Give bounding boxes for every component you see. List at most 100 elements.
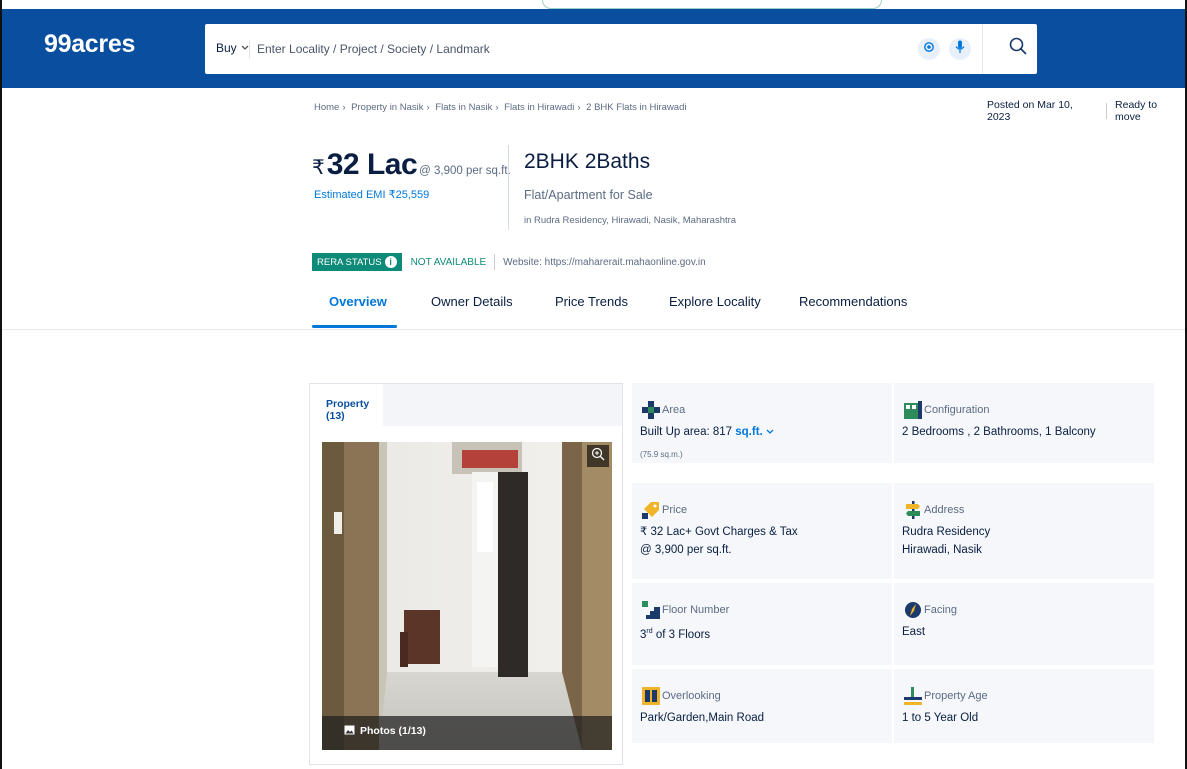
- rera-availability: NOT AVAILABLE: [410, 256, 487, 268]
- tab-recommendations[interactable]: Recommendations: [799, 294, 907, 309]
- area-unit-label: sq.ft.: [735, 426, 763, 438]
- buy-dropdown-label: Buy: [216, 41, 237, 55]
- address-value: Rudra Residency Hirawadi, Nasik: [902, 523, 990, 559]
- floor-value: 3rd of 3 Floors: [640, 623, 710, 644]
- price-label: Price: [662, 504, 688, 516]
- overlooking-value: Park/Garden,Main Road: [640, 712, 765, 724]
- detail-configuration: Configuration 2 Bedrooms , 2 Bathrooms, …: [894, 383, 1154, 463]
- property-type: Flat/Apartment for Sale: [524, 188, 653, 202]
- microphone-icon: [955, 40, 965, 59]
- property-config-title: 2BHK 2Baths: [524, 150, 651, 173]
- property-title-block: 2BHK 2Baths: [524, 150, 650, 174]
- compass-icon: [904, 601, 922, 619]
- area-icon: [642, 401, 660, 419]
- photos-count-bar[interactable]: Photos (1/13): [322, 716, 612, 750]
- search-input[interactable]: [257, 38, 897, 60]
- posted-separator: [1106, 103, 1108, 119]
- area-label: Area: [662, 404, 686, 416]
- price-title-divider: [508, 145, 509, 230]
- zoom-in-icon: [591, 447, 605, 466]
- zoom-button[interactable]: [587, 445, 609, 467]
- built-up-area: Built Up area: 817: [640, 426, 733, 438]
- overlooking-label: Overlooking: [662, 690, 721, 702]
- tab-price-trends[interactable]: Price Trends: [555, 294, 628, 309]
- breadcrumb-flats-nasik[interactable]: Flats in Nasik: [435, 102, 492, 113]
- tab-owner-details[interactable]: Owner Details: [431, 294, 513, 309]
- tabs-bottom-border: [2, 329, 1185, 330]
- price-tag-icon: [642, 501, 660, 519]
- property-photo[interactable]: Photos (1/13): [322, 442, 612, 750]
- info-icon[interactable]: i: [384, 256, 397, 268]
- estimated-emi-link[interactable]: Estimated EMI ₹25,559: [314, 188, 429, 201]
- detail-area: Area Built Up area: 817 sq.ft. (75.9 sq.…: [632, 383, 892, 463]
- strip-decoration: [542, 0, 882, 9]
- search-bar: Buy: [205, 24, 1037, 74]
- address-label: Address: [924, 504, 965, 516]
- chevron-down-icon: [241, 43, 249, 53]
- area-value: Built Up area: 817 sq.ft.: [640, 423, 774, 441]
- area-unit-dropdown[interactable]: sq.ft.: [735, 426, 774, 438]
- breadcrumb-home[interactable]: Home: [314, 102, 339, 113]
- active-tab-indicator: [312, 325, 397, 328]
- configuration-value: 2 Bedrooms , 2 Bathrooms, 1 Balcony: [902, 426, 1096, 438]
- detail-overlooking: Overlooking Park/Garden,Main Road: [632, 669, 892, 743]
- breadcrumb-2bhk-hirawadi[interactable]: 2 BHK Flats in Hirawadi: [586, 102, 686, 113]
- area-sqm: (75.9 sq.m.): [640, 450, 683, 459]
- rera-website[interactable]: Website: https://maharerait.mahaonline.g…: [503, 257, 706, 268]
- detail-floor: Floor Number 3rd of 3 Floors: [632, 583, 892, 665]
- search-submit-button[interactable]: [1005, 35, 1031, 61]
- posted-date: Posted on Mar 10, 2023: [987, 99, 1073, 123]
- price-value-line1: ₹ 32 Lac+ Govt Charges & Tax: [640, 526, 798, 538]
- rera-row: RERA STATUS i NOT AVAILABLE Website: htt…: [312, 253, 706, 271]
- property-age-label: Property Age: [924, 690, 988, 702]
- address-line2: Hirawadi, Nasik: [902, 544, 982, 556]
- facing-label: Facing: [924, 604, 958, 616]
- facing-value: East: [902, 626, 926, 638]
- top-header: 99acres Buy: [2, 0, 1185, 88]
- breadcrumb-property-nasik[interactable]: Property in Nasik: [351, 102, 423, 113]
- breadcrumb: Home › Property in Nasik › Flats in Nasik ›…: [314, 102, 687, 113]
- detail-property-age: Property Age 1 to 5 Year Old: [894, 669, 1154, 743]
- detail-facing: Facing East: [894, 583, 1154, 665]
- header-top-strip: [2, 0, 1185, 9]
- price-amount: 32 Lac: [326, 148, 418, 181]
- search-divider: [982, 24, 983, 74]
- floor-label: Floor Number: [662, 604, 730, 616]
- property-age-value: 1 to 5 Year Old: [902, 712, 979, 724]
- price-value: ₹ 32 Lac+ Govt Charges & Tax @ 3,900 per…: [640, 523, 798, 559]
- rera-badge-label: RERA STATUS: [317, 256, 382, 268]
- photos-count-label: Photos (1/13): [360, 725, 426, 737]
- property-location[interactable]: in Rudra Residency, Hirawadi, Nasik, Mah…: [524, 215, 736, 226]
- search-icon: [1009, 37, 1027, 60]
- rupee-symbol: ₹: [312, 157, 325, 179]
- posted-info: Posted on Mar 10, 2023 Ready to move: [987, 99, 1185, 123]
- price-per-sqft: @ 3,900 per sq.ft.: [419, 165, 511, 177]
- site-logo[interactable]: 99acres: [44, 30, 135, 59]
- detail-price: Price ₹ 32 Lac+ Govt Charges & Tax @ 3,9…: [632, 483, 892, 579]
- buy-dropdown[interactable]: Buy: [216, 41, 249, 55]
- photo-gallery-icon: [344, 725, 355, 738]
- address-line1: Rudra Residency: [902, 526, 991, 538]
- breadcrumb-flats-hirawadi[interactable]: Flats in Hirawadi: [504, 102, 574, 113]
- price-block: ₹ 32 Lac @ 3,900 per sq.ft.: [312, 148, 511, 182]
- voice-search-button[interactable]: [949, 38, 971, 60]
- gallery-tabs: Property (13): [310, 384, 622, 426]
- gallery-tab-property[interactable]: Property (13): [310, 384, 383, 426]
- property-age-icon: [904, 687, 922, 705]
- rera-status-badge: RERA STATUS i: [312, 253, 402, 271]
- configuration-icon: [904, 401, 922, 419]
- overlooking-window-icon: [642, 687, 660, 705]
- room-photo-illustration: [322, 442, 612, 750]
- signpost-icon: [904, 501, 922, 519]
- tab-overview[interactable]: Overview: [329, 294, 387, 309]
- search-separator: [249, 40, 250, 58]
- floor-total: of 3 Floors: [652, 628, 711, 641]
- location-target-icon: [923, 40, 935, 58]
- configuration-label: Configuration: [924, 404, 990, 416]
- tab-explore-locality[interactable]: Explore Locality: [669, 294, 761, 309]
- floor-stairs-icon: [642, 601, 660, 619]
- page-frame: 99acres Buy Enter Locality / Project / S…: [0, 0, 1187, 769]
- location-button[interactable]: [918, 38, 940, 60]
- possession-status: Ready to move: [1115, 99, 1158, 123]
- rera-separator: [494, 254, 496, 270]
